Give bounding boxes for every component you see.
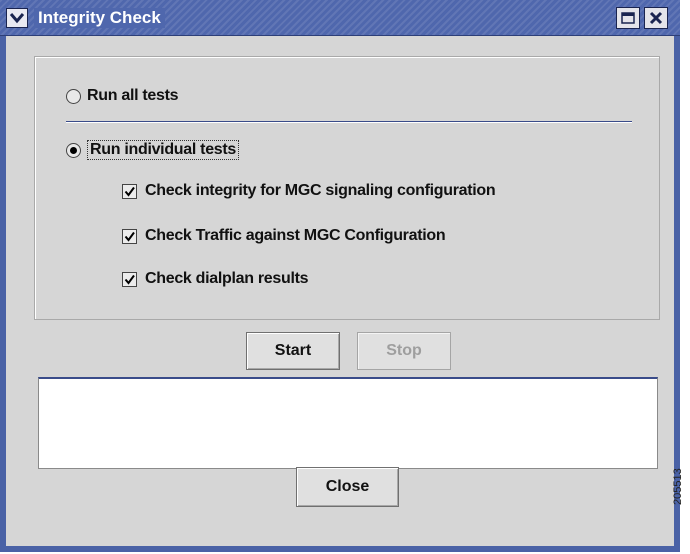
- run-all-tests-label: Run all tests: [87, 87, 179, 104]
- check-mgc-signaling-checkbox[interactable]: Check integrity for MGC signaling config…: [122, 182, 496, 200]
- check-dialplan-checkbox[interactable]: Check dialplan results: [122, 270, 309, 288]
- checkbox-checked-icon[interactable]: [122, 183, 137, 199]
- restore-icon[interactable]: [616, 7, 640, 29]
- options-separator: [66, 121, 632, 123]
- results-output-area[interactable]: [38, 377, 658, 469]
- close-icon[interactable]: [644, 7, 668, 29]
- radio-selected-icon[interactable]: [66, 142, 81, 158]
- check-dialplan-label: Check dialplan results: [145, 270, 309, 287]
- radio-unselected-icon[interactable]: [66, 88, 81, 104]
- run-individual-tests-radio[interactable]: Run individual tests: [66, 140, 240, 160]
- window-title: Integrity Check: [34, 8, 165, 28]
- title-bar[interactable]: Integrity Check: [0, 0, 680, 36]
- checkbox-checked-icon[interactable]: [122, 271, 137, 287]
- checkbox-checked-icon[interactable]: [122, 228, 137, 244]
- run-all-tests-radio[interactable]: Run all tests: [66, 87, 179, 105]
- close-button[interactable]: Close: [296, 467, 399, 507]
- check-mgc-signaling-label: Check integrity for MGC signaling config…: [145, 182, 496, 199]
- check-traffic-checkbox[interactable]: Check Traffic against MGC Configuration: [122, 227, 446, 245]
- stop-button[interactable]: Stop: [357, 332, 451, 370]
- integrity-check-window: Integrity Check Run all tests Run indivi…: [0, 0, 680, 552]
- run-individual-tests-label: Run individual tests: [87, 140, 240, 160]
- start-button[interactable]: Start: [246, 332, 340, 370]
- chevron-down-icon[interactable]: [6, 8, 28, 28]
- check-traffic-label: Check Traffic against MGC Configuration: [145, 227, 446, 244]
- figure-id-label: 205513: [672, 468, 684, 505]
